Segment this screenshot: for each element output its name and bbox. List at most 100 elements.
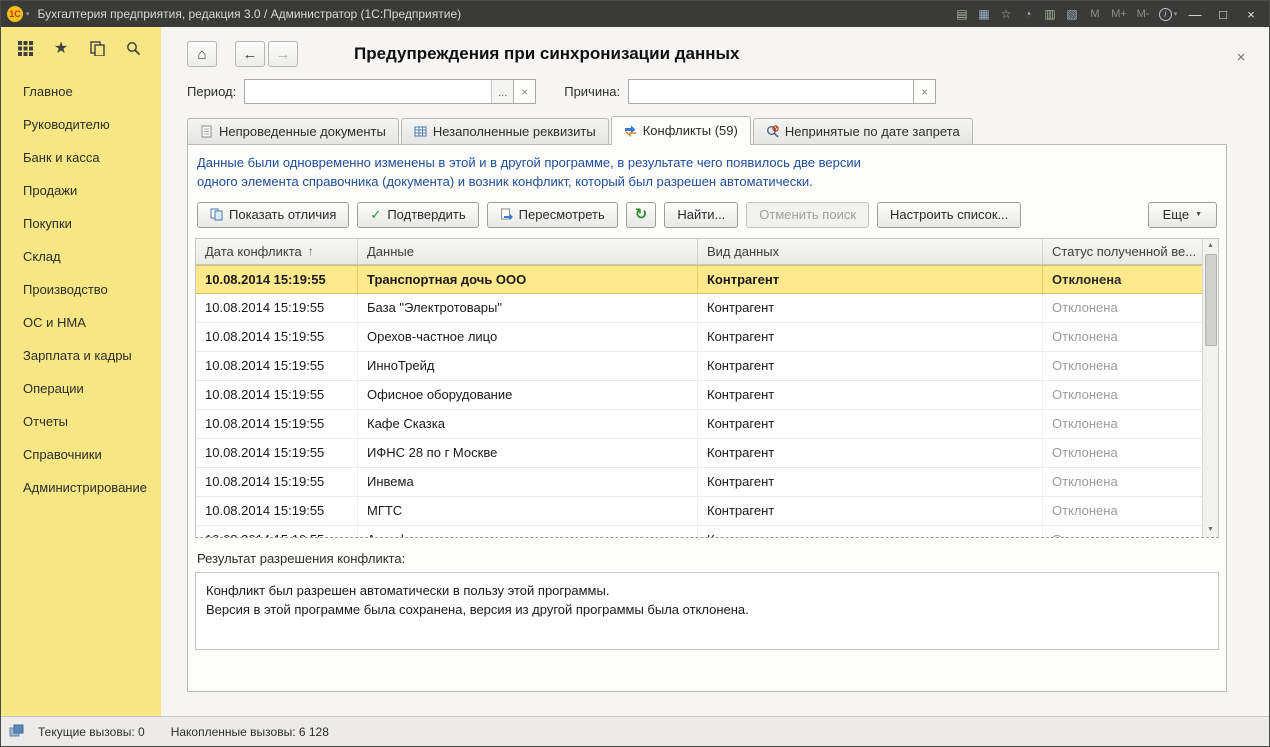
- find-button[interactable]: Найти...: [664, 202, 738, 228]
- filter-row: Период: ... × Причина: ×: [187, 79, 1227, 104]
- cell-status: Отклонена: [1043, 526, 1202, 537]
- cell-data: Инвема: [358, 468, 698, 496]
- configure-list-button[interactable]: Настроить список...: [877, 202, 1021, 228]
- result-label: Результат разрешения конфликта:: [197, 551, 1217, 566]
- result-line1: Конфликт был разрешен автоматически в по…: [206, 581, 1208, 601]
- table-row[interactable]: 10.08.2014 15:19:55 Офисное оборудование…: [196, 381, 1202, 410]
- table-row[interactable]: 10.08.2014 15:19:55 МГТС Контрагент Откл…: [196, 497, 1202, 526]
- reason-clear-button[interactable]: ×: [914, 79, 936, 104]
- sidebar-item[interactable]: ОС и НМА: [1, 306, 161, 339]
- cell-status: Отклонена: [1043, 410, 1202, 438]
- sidebar-item[interactable]: Банк и касса: [1, 141, 161, 174]
- sidebar-item[interactable]: Главное: [1, 75, 161, 108]
- main-area: ⌂ ← → Предупреждения при синхронизации д…: [161, 27, 1269, 716]
- recent-copy-icon[interactable]: [87, 38, 107, 58]
- table-row[interactable]: 10.08.2014 15:19:55 База "Электротовары"…: [196, 294, 1202, 323]
- column-header-data[interactable]: Данные: [358, 239, 698, 264]
- tab-conflicts[interactable]: Конфликты (59): [611, 116, 751, 144]
- cell-data: Офисное оборудование: [358, 381, 698, 409]
- history-icon[interactable]: ◔: [1017, 7, 1039, 21]
- column-header-kind[interactable]: Вид данных: [698, 239, 1043, 264]
- more-button[interactable]: Еще ▼: [1148, 202, 1217, 228]
- forward-button[interactable]: →: [268, 41, 298, 67]
- cell-kind: Контрагент: [698, 468, 1043, 496]
- reason-input[interactable]: [629, 80, 913, 103]
- close-window-button[interactable]: ×: [1237, 3, 1265, 25]
- sidebar-item[interactable]: Производство: [1, 273, 161, 306]
- memory-m-button[interactable]: M: [1083, 8, 1107, 20]
- info-menu-button[interactable]: i ▾: [1155, 8, 1181, 21]
- system-menu-arrow-icon[interactable]: ▾: [26, 10, 30, 18]
- cell-conflict-date: 10.08.2014 15:19:55: [196, 468, 358, 496]
- table-row[interactable]: 10.08.2014 15:19:55 Аэрофлот Контрагент …: [196, 526, 1202, 537]
- cell-kind: Контрагент: [698, 410, 1043, 438]
- conflicts-panel: Данные были одновременно изменены в этой…: [187, 144, 1227, 692]
- sidebar-item-label: Производство: [23, 282, 108, 297]
- period-input[interactable]: [245, 80, 491, 103]
- cell-status: Отклонена: [1043, 323, 1202, 351]
- form-close-button[interactable]: ×: [1231, 47, 1251, 67]
- cell-data: МГТС: [358, 497, 698, 525]
- memory-m-plus-button[interactable]: M+: [1107, 8, 1131, 20]
- period-choose-button[interactable]: ...: [491, 80, 513, 103]
- app-logo-icon[interactable]: 1С: [7, 6, 23, 22]
- favorites-icon[interactable]: ☆: [995, 7, 1017, 21]
- cell-conflict-date: 10.08.2014 15:19:55: [196, 294, 358, 322]
- open-file-icon[interactable]: ▦: [973, 7, 995, 21]
- sidebar-item-label: Покупки: [23, 216, 72, 231]
- sidebar-item-label: Продажи: [23, 183, 77, 198]
- tab-rejected-by-date[interactable]: Непринятые по дате запрета: [753, 118, 973, 144]
- titlebar: 1С ▾ Бухгалтерия предприятия, редакция 3…: [1, 1, 1269, 27]
- cell-data: Аэрофлот: [358, 526, 698, 537]
- sidebar-item[interactable]: Зарплата и кадры: [1, 339, 161, 372]
- home-icon: ⌂: [197, 46, 206, 63]
- tab-unfilled-attributes[interactable]: Незаполненные реквизиты: [401, 118, 609, 144]
- calculator-icon[interactable]: ▥: [1039, 7, 1061, 21]
- reason-label: Причина:: [564, 84, 620, 99]
- sidebar-item[interactable]: Продажи: [1, 174, 161, 207]
- sidebar-item[interactable]: Покупки: [1, 207, 161, 240]
- show-differences-button[interactable]: Показать отличия: [197, 202, 349, 228]
- minimize-button[interactable]: —: [1181, 3, 1209, 25]
- column-header-date[interactable]: Дата конфликта ↑: [196, 239, 358, 264]
- info-text-line1: Данные были одновременно изменены в этой…: [197, 154, 1217, 173]
- sidebar-item[interactable]: Администрирование: [1, 471, 161, 504]
- table-row[interactable]: 10.08.2014 15:19:55 ИнноТрейд Контрагент…: [196, 352, 1202, 381]
- table-row[interactable]: 10.08.2014 15:19:55 ИФНС 28 по г Москве …: [196, 439, 1202, 468]
- cell-status: Отклонена: [1043, 266, 1202, 293]
- sidebar-item[interactable]: Операции: [1, 372, 161, 405]
- scrollbar-thumb[interactable]: [1205, 254, 1217, 346]
- cell-kind: Контрагент: [698, 266, 1043, 293]
- menu-grid-icon[interactable]: [15, 38, 35, 58]
- table-row[interactable]: 10.08.2014 15:19:55 Транспортная дочь ОО…: [196, 265, 1202, 294]
- memory-m-minus-button[interactable]: M-: [1131, 8, 1155, 20]
- save-file-icon[interactable]: ▤: [951, 7, 973, 21]
- tab-unposted-documents[interactable]: Непроведенные документы: [187, 118, 399, 144]
- table-row[interactable]: 10.08.2014 15:19:55 Кафе Сказка Контраге…: [196, 410, 1202, 439]
- table-row[interactable]: 10.08.2014 15:19:55 Орехов-частное лицо …: [196, 323, 1202, 352]
- refresh-button[interactable]: ↻: [626, 202, 657, 228]
- sidebar-item[interactable]: Склад: [1, 240, 161, 273]
- period-clear-button[interactable]: ×: [514, 79, 536, 104]
- button-label: Найти...: [677, 207, 725, 222]
- table-grid-icon: [414, 125, 427, 138]
- column-header-status[interactable]: Статус полученной ве...: [1043, 239, 1202, 264]
- review-button[interactable]: Пересмотреть: [487, 202, 618, 228]
- search-icon[interactable]: [123, 38, 143, 58]
- sidebar-item[interactable]: Справочники: [1, 438, 161, 471]
- info-text-line2: одного элемента справочника (документа) …: [197, 173, 1217, 192]
- calendar-icon[interactable]: ▧: [1061, 7, 1083, 21]
- back-button[interactable]: ←: [235, 41, 265, 67]
- vertical-scrollbar[interactable]: ▲ ▼: [1202, 239, 1218, 537]
- home-button[interactable]: ⌂: [187, 41, 217, 67]
- sidebar-item[interactable]: Руководителю: [1, 108, 161, 141]
- sidebar-item[interactable]: Отчеты: [1, 405, 161, 438]
- table-row[interactable]: 10.08.2014 15:19:55 Инвема Контрагент От…: [196, 468, 1202, 497]
- scroll-up-icon[interactable]: ▲: [1203, 239, 1218, 253]
- statusbar: Текущие вызовы: 0 Накопленные вызовы: 6 …: [1, 716, 1269, 746]
- review-icon: [500, 208, 513, 221]
- favorites-star-icon[interactable]: ★: [51, 38, 71, 58]
- scroll-down-icon[interactable]: ▼: [1203, 523, 1218, 537]
- confirm-button[interactable]: ✓ Подтвердить: [357, 202, 478, 228]
- maximize-button[interactable]: □: [1209, 3, 1237, 25]
